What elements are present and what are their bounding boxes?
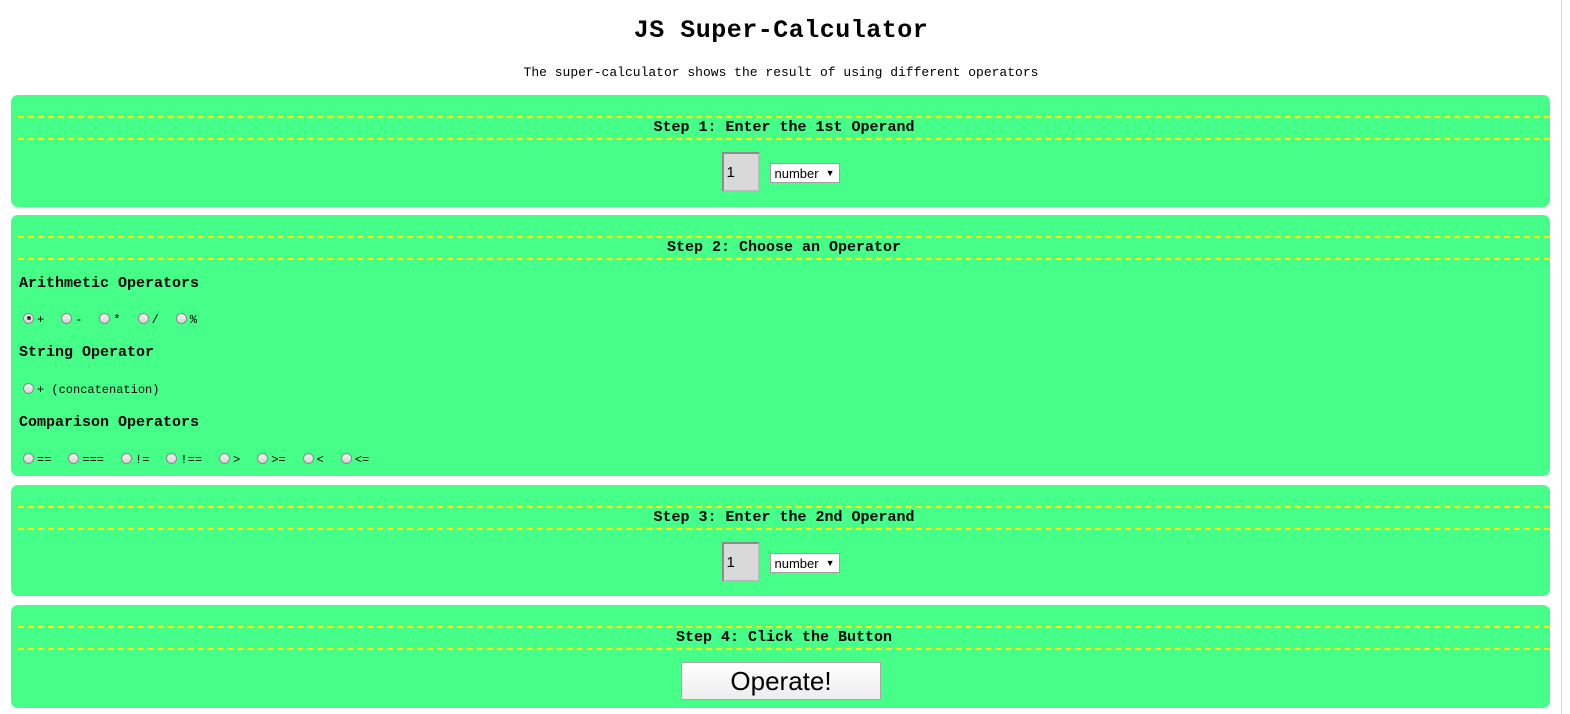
arithmetic-operators-group: + - * / % [23, 311, 214, 327]
arithmetic-option-label: % [189, 313, 198, 327]
step4-panel: Step 4: Click the Button Operate! [11, 605, 1550, 708]
radio-unchecked-icon[interactable] [257, 452, 269, 464]
step1-operand-row: number ▼ [11, 152, 1550, 192]
radio-unchecked-icon[interactable] [340, 452, 352, 464]
page-edge-rule [1561, 0, 1562, 714]
comparison-option-label: >= [271, 453, 286, 467]
comparison-option-label: !== [180, 453, 203, 467]
comparison-option-not-equal[interactable]: != [121, 451, 150, 467]
arithmetic-option-label: - [75, 313, 83, 327]
step3-operand-row: number ▼ [11, 542, 1550, 582]
radio-unchecked-icon[interactable] [166, 452, 178, 464]
radio-unchecked-icon[interactable] [137, 312, 149, 324]
second-operand-input[interactable] [721, 542, 760, 582]
calculator-page: JS Super-Calculator The super-calculator… [0, 0, 1570, 714]
comparison-option-label: != [135, 453, 150, 467]
comparison-operators-group: == === != !== > >= < <= [23, 451, 386, 467]
string-operator-group: + (concatenation) [23, 381, 176, 397]
caret-down-icon: ▼ [825, 168, 835, 178]
radio-unchecked-icon[interactable] [61, 312, 73, 324]
operate-button[interactable]: Operate! [681, 662, 881, 700]
step1-panel: Step 1: Enter the 1st Operand number ▼ [11, 95, 1550, 207]
arithmetic-option-label: / [151, 313, 159, 327]
comparison-option-greater-equal[interactable]: >= [257, 451, 286, 467]
comparison-option-greater[interactable]: > [219, 451, 241, 467]
radio-unchecked-icon[interactable] [23, 382, 34, 394]
string-option-concatenation[interactable]: + (concatenation) [23, 381, 160, 397]
comparison-option-label: > [233, 453, 241, 467]
arithmetic-option-add[interactable]: + [23, 311, 45, 327]
arithmetic-option-subtract[interactable]: - [61, 311, 83, 327]
page-subtitle: The super-calculator shows the result of… [523, 65, 1039, 80]
first-operand-type-select[interactable]: number ▼ [769, 163, 840, 183]
second-operand-type-select[interactable]: number ▼ [769, 553, 840, 573]
arithmetic-option-modulo[interactable]: % [175, 311, 198, 327]
arithmetic-option-label: * [113, 313, 121, 327]
radio-unchecked-icon[interactable] [23, 452, 34, 464]
radio-unchecked-icon[interactable] [175, 312, 187, 324]
arithmetic-option-divide[interactable]: / [137, 311, 159, 327]
step1-heading: Step 1: Enter the 1st Operand [18, 116, 1550, 140]
string-operator-title: String Operator [19, 344, 155, 361]
arithmetic-operators-title: Arithmetic Operators [19, 275, 200, 292]
comparison-option-label: == [37, 453, 52, 467]
radio-unchecked-icon[interactable] [68, 452, 80, 464]
comparison-option-strict-equal[interactable]: === [68, 451, 105, 467]
comparison-option-less[interactable]: < [302, 451, 324, 467]
comparison-option-label: < [316, 453, 324, 467]
arithmetic-option-label: + [37, 313, 45, 327]
caret-down-icon: ▼ [825, 558, 835, 568]
comparison-option-label: === [82, 453, 105, 467]
first-operand-input[interactable] [721, 152, 760, 192]
comparison-option-strict-not-equal[interactable]: !== [166, 451, 203, 467]
arithmetic-option-multiply[interactable]: * [99, 311, 121, 327]
step2-panel: Step 2: Choose an Operator Arithmetic Op… [11, 215, 1550, 476]
page-title: JS Super-Calculator [633, 16, 929, 45]
first-operand-type-value: number [774, 165, 819, 181]
comparison-option-equal[interactable]: == [23, 451, 52, 467]
comparison-operators-title: Comparison Operators [19, 414, 200, 431]
string-option-label: + (concatenation) [37, 383, 160, 397]
radio-unchecked-icon[interactable] [302, 452, 314, 464]
second-operand-type-value: number [774, 555, 819, 571]
step3-panel: Step 3: Enter the 2nd Operand number ▼ [11, 485, 1550, 596]
radio-checked-icon[interactable] [23, 312, 34, 324]
step4-heading: Step 4: Click the Button [18, 626, 1550, 650]
comparison-option-less-equal[interactable]: <= [340, 451, 370, 467]
step3-heading: Step 3: Enter the 2nd Operand [18, 506, 1550, 530]
radio-unchecked-icon[interactable] [219, 452, 231, 464]
radio-unchecked-icon[interactable] [99, 312, 111, 324]
step2-heading: Step 2: Choose an Operator [18, 236, 1550, 260]
comparison-option-label: <= [354, 453, 370, 467]
radio-unchecked-icon[interactable] [121, 452, 133, 464]
